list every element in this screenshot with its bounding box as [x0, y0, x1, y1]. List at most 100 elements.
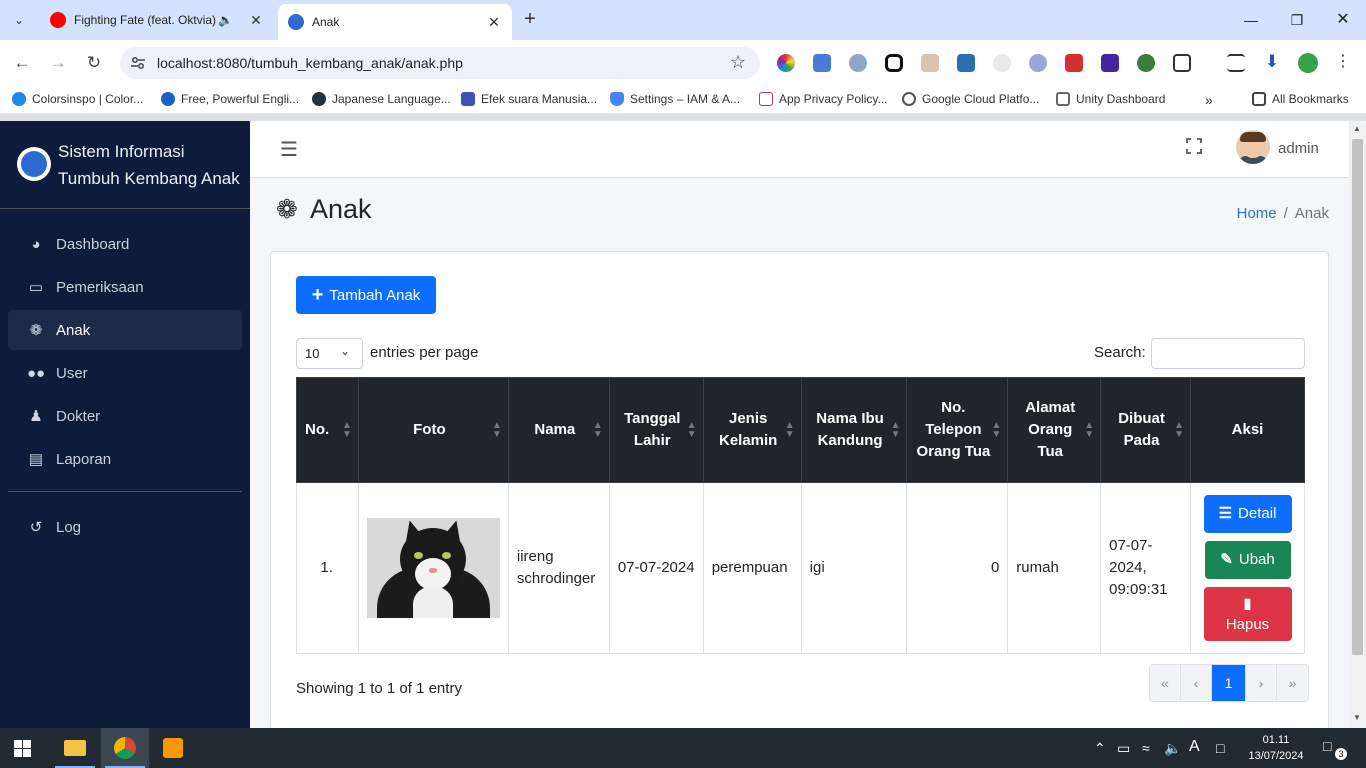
sidebar-item-anak[interactable]: ❁ Anak	[8, 310, 242, 350]
extension-icon[interactable]	[957, 54, 975, 72]
column-header-dibuat-pada[interactable]: Dibuat Pada ▲ ▼	[1100, 377, 1191, 483]
page-length-select[interactable]: 10 ⌄	[296, 338, 363, 369]
reload-button[interactable]: ↻	[81, 50, 107, 76]
browser-tab-anak[interactable]: Anak ✕	[278, 4, 512, 40]
plus-icon: +	[311, 284, 324, 306]
detail-button[interactable]: ☰ Detail	[1203, 495, 1292, 533]
brand[interactable]: Sistem Informasi Tumbuh Kembang Anak	[0, 121, 250, 209]
forward-button[interactable]: →	[45, 50, 71, 76]
bookmark-item[interactable]: Free, Powerful Engli...	[161, 92, 299, 106]
sidebar-item-dokter[interactable]: ♟ Dokter	[8, 396, 242, 436]
pagination-prev[interactable]: ‹	[1181, 665, 1212, 701]
close-window-button[interactable]: ✕	[1320, 6, 1366, 34]
extension-icon[interactable]	[849, 54, 867, 72]
translate-extension-icon[interactable]	[813, 54, 831, 72]
close-tab-icon[interactable]: ✕	[248, 12, 264, 29]
pagination-last[interactable]: »	[1277, 665, 1308, 701]
browser-tab-music[interactable]: Fighting Fate (feat. Oktvia) - 🔈 ✕	[40, 4, 274, 36]
sidebar-item-laporan[interactable]: ▤ Laporan	[8, 439, 242, 479]
bookmark-item[interactable]: Efek suara Manusia...	[461, 92, 597, 106]
extension-icon[interactable]	[1101, 54, 1119, 72]
sidebar-item-pemeriksaan[interactable]: ▭ Pemeriksaan	[8, 267, 242, 307]
bookmark-item[interactable]: Japanese Language...	[312, 92, 451, 106]
sidebar-item-label: Log	[56, 518, 82, 536]
profile-avatar-icon[interactable]	[1298, 53, 1318, 73]
pagination-page-1[interactable]: 1	[1212, 665, 1246, 701]
column-header-no[interactable]: No. ▲ ▼	[296, 377, 359, 483]
column-header-nama-ibu[interactable]: Nama Ibu Kandung ▲ ▼	[800, 377, 908, 483]
sidebar-item-dashboard[interactable]: ◕ Dashboard	[8, 224, 242, 264]
back-button[interactable]: ←	[9, 50, 35, 76]
bookmarks-overflow-button[interactable]: »	[1205, 92, 1213, 108]
download-icon[interactable]: ⬇	[1263, 53, 1281, 72]
restore-button[interactable]: ❐	[1274, 6, 1320, 34]
sidebar-item-log[interactable]: ↺ Log	[8, 507, 242, 547]
hamburger-menu-icon[interactable]: ☰	[280, 137, 298, 162]
bookmark-item[interactable]: Colorsinspo | Color...	[12, 92, 143, 106]
add-anak-button[interactable]: + Tambah Anak	[296, 276, 436, 314]
scroll-down-icon[interactable]: ▼	[1353, 713, 1361, 722]
close-tab-icon[interactable]: ✕	[486, 14, 502, 31]
site-settings-icon[interactable]	[130, 55, 146, 71]
bookmark-label: Google Cloud Platfo...	[922, 92, 1040, 106]
windows-start-icon[interactable]	[14, 740, 31, 757]
bookmark-item[interactable]: Google Cloud Platfo...	[902, 92, 1039, 106]
bookmark-item[interactable]: Settings – IAM & A...	[610, 92, 740, 106]
all-bookmarks-button[interactable]: All Bookmarks	[1252, 92, 1349, 106]
puzzle-icon[interactable]	[1173, 54, 1191, 72]
address-bar[interactable]: localhost:8080/tumbuh_kembang_anak/anak.…	[120, 47, 760, 79]
bookmark-label: Colorsinspo | Color...	[32, 92, 144, 106]
username[interactable]: admin	[1278, 140, 1319, 157]
language-icon[interactable]: A	[1189, 738, 1200, 756]
chrome-taskbar-button[interactable]	[101, 728, 149, 768]
scroll-up-icon[interactable]: ▲	[1353, 124, 1361, 133]
colorpicker-extension-icon[interactable]	[777, 54, 795, 72]
volume-icon[interactable]: 🔈	[1164, 740, 1181, 757]
page-scrollbar[interactable]: ▲ ▼	[1349, 121, 1366, 728]
sidebar-item-user[interactable]: ●● User	[8, 353, 242, 393]
wifi-icon[interactable]: ≈	[1142, 740, 1150, 756]
tray-chevron-icon[interactable]: ⌃	[1094, 740, 1106, 757]
bookmark-item[interactable]: App Privacy Policy...	[759, 92, 887, 106]
speaker-icon[interactable]: 🔈	[218, 13, 234, 27]
baby-icon: ❁	[29, 322, 43, 339]
minimize-button[interactable]: —	[1228, 6, 1274, 34]
extension-icon[interactable]	[921, 54, 939, 72]
column-header-tanggal-lahir[interactable]: Tanggal Lahir ▲ ▼	[608, 377, 704, 483]
scrollbar-thumb[interactable]	[1352, 139, 1363, 655]
gear-extension-icon[interactable]	[1029, 54, 1047, 72]
edit-icon: ✎	[1220, 551, 1233, 568]
bookmark-label: Japanese Language...	[332, 92, 451, 106]
extension-icon[interactable]	[1065, 54, 1083, 72]
column-header-foto[interactable]: Foto ▲ ▼	[357, 377, 509, 483]
bookmark-item[interactable]: Unity Dashboard	[1056, 92, 1165, 106]
search-input[interactable]	[1151, 338, 1305, 369]
search-label: Search:	[1094, 344, 1146, 361]
breadcrumb-home-link[interactable]: Home	[1237, 205, 1277, 222]
column-header-nama[interactable]: Nama ▲ ▼	[507, 377, 610, 483]
edit-button[interactable]: ✎ Ubah	[1204, 541, 1291, 579]
ime-icon[interactable]: □	[1216, 740, 1224, 756]
avatar[interactable]	[1236, 130, 1270, 164]
column-header-jenis-kelamin[interactable]: Jenis Kelamin ▲ ▼	[702, 377, 802, 483]
tab-search-button[interactable]: ⌄	[6, 8, 32, 32]
media-control-icon[interactable]	[1227, 54, 1245, 72]
column-header-telepon[interactable]: No. Telepon Orang Tua ▲ ▼	[906, 377, 1009, 483]
file-explorer-button[interactable]	[51, 728, 99, 768]
more-menu-icon[interactable]: ⋮	[1334, 54, 1352, 72]
fullscreen-icon[interactable]	[1186, 138, 1202, 154]
bookmark-star-icon[interactable]: ☆	[730, 52, 746, 73]
battery-icon[interactable]: ▭	[1117, 740, 1130, 757]
new-tab-button[interactable]: +	[518, 8, 542, 32]
column-header-alamat[interactable]: Alamat Orang Tua ▲ ▼	[1007, 377, 1102, 483]
extension-icon[interactable]	[885, 54, 903, 72]
app-favicon-icon	[288, 14, 304, 30]
delete-button[interactable]: ▮ Hapus	[1203, 587, 1292, 641]
sublime-taskbar-button[interactable]	[149, 728, 197, 768]
taskbar-clock[interactable]: 01.11 13/07/2024	[1246, 732, 1306, 764]
notification-icon[interactable]: □	[1323, 738, 1331, 754]
extension-icon[interactable]	[1137, 54, 1155, 72]
pagination-first[interactable]: «	[1150, 665, 1181, 701]
pagination-next[interactable]: ›	[1246, 665, 1277, 701]
extension-icon[interactable]	[993, 54, 1011, 72]
